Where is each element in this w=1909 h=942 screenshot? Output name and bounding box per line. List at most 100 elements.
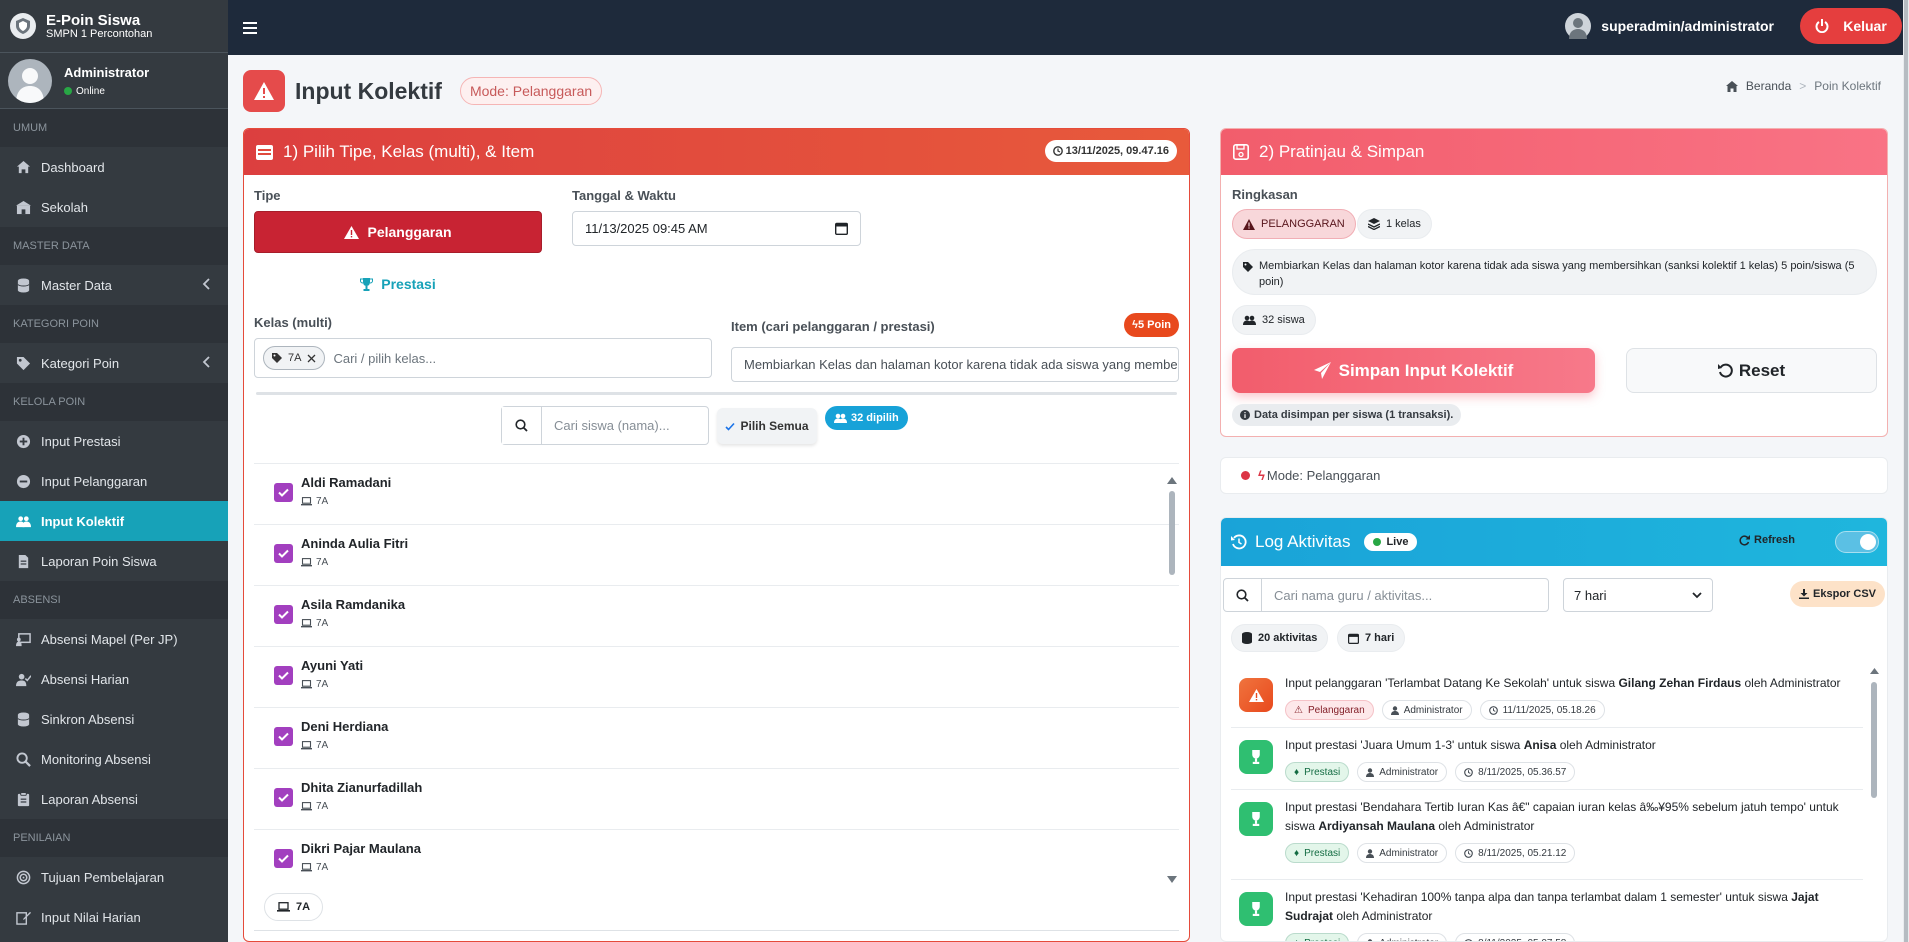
selected-count-badge: 32 dipilih <box>825 406 908 430</box>
auto-refresh-toggle[interactable] <box>1835 531 1879 553</box>
student-row[interactable]: Dhita Zianurfadillah 7A <box>254 769 1179 830</box>
laptop-icon <box>301 802 312 811</box>
student-search[interactable]: Cari siswa (nama)... <box>501 406 709 445</box>
student-name: Ayuni Yati <box>301 658 364 673</box>
search-icon <box>15 751 31 767</box>
kelas-chip[interactable]: 7A <box>263 346 326 370</box>
student-row[interactable]: Ayuni Yati 7A <box>254 647 1179 708</box>
student-checkbox[interactable] <box>274 727 293 746</box>
log-item[interactable]: Input prestasi 'Bendahara Tertib Iuran K… <box>1231 790 1863 880</box>
student-checkbox[interactable] <box>274 544 293 563</box>
export-label: Ekspor CSV <box>1813 588 1876 600</box>
sidebar-item-input-pelanggaran[interactable]: Input Pelanggaran <box>0 461 228 501</box>
item-search-input[interactable]: Membiarkan Kelas dan halaman kotor karen… <box>731 347 1179 382</box>
sidebar-item-absensi-harian[interactable]: Absensi Harian <box>0 659 228 699</box>
edit-icon <box>15 909 31 925</box>
activity-list-scrollbar[interactable] <box>1869 666 1879 936</box>
student-checkbox[interactable] <box>274 788 293 807</box>
student-checkbox[interactable] <box>274 666 293 685</box>
sidebar-item-absensi-mapel-per-jp[interactable]: Absensi Mapel (Per JP) <box>0 619 228 659</box>
logout-button[interactable]: Keluar <box>1800 8 1902 44</box>
student-checkbox[interactable] <box>274 849 293 868</box>
sidebar-item-kategori-poin[interactable]: Kategori Poin <box>0 343 228 383</box>
clock-icon <box>1464 767 1474 777</box>
student-list-scrollbar[interactable] <box>1165 475 1177 883</box>
topbar: superadmin/administrator Keluar <box>228 0 1909 55</box>
sidebar-item-label: Input Nilai Harian <box>41 909 141 925</box>
log-time-label: 11/11/2025, 05.18.26 <box>1502 704 1596 716</box>
save-collective-button[interactable]: Simpan Input Kolektif <box>1232 348 1595 393</box>
student-class-label: 7A <box>316 862 329 873</box>
layers-icon <box>1368 218 1380 230</box>
hamburger-menu-icon[interactable] <box>243 21 257 34</box>
table-icon <box>256 144 273 160</box>
kelas-chip-label: 7A <box>288 352 302 364</box>
select-all-button[interactable]: Pilih Semua <box>717 408 817 444</box>
log-time-tag: 8/11/2025, 05.36.57 <box>1455 762 1576 782</box>
page-scrollbar[interactable] <box>1903 0 1909 942</box>
sidebar-item-monitoring-absensi[interactable]: Monitoring Absensi <box>0 739 228 779</box>
log-user-tag: Administrator <box>1381 700 1472 720</box>
log-item[interactable]: Input prestasi 'Juara Umum 1-3' untuk si… <box>1231 728 1863 790</box>
log-type-tag: ♦ Prestasi <box>1285 933 1350 942</box>
database-icon <box>15 711 31 727</box>
student-row[interactable]: Aldi Ramadani 7A <box>254 464 1179 525</box>
trophy-icon: ♦ <box>1294 938 1299 942</box>
user-name: Administrator <box>64 64 150 80</box>
log-search[interactable]: Cari nama guru / aktivitas... <box>1223 578 1549 612</box>
sidebar-item-sinkron-absensi[interactable]: Sinkron Absensi <box>0 699 228 739</box>
sidebar-item-input-nilai-harian[interactable]: Input Nilai Harian <box>0 897 228 937</box>
select-all-label: Pilih Semua <box>740 419 809 433</box>
log-item[interactable]: Input prestasi 'Kehadiran 100% tanpa alp… <box>1231 880 1863 942</box>
top-user-menu[interactable]: superadmin/administrator <box>1565 13 1774 39</box>
brand[interactable]: E-Poin Siswa SMPN 1 Percontohan <box>0 0 228 53</box>
student-name: Dhita Zianurfadillah <box>301 780 423 795</box>
log-type-label: Prestasi <box>1304 938 1340 942</box>
laptop-icon <box>301 680 312 689</box>
export-csv-button[interactable]: Ekspor CSV <box>1790 581 1885 607</box>
breadcrumb-home[interactable]: Beranda <box>1746 79 1791 93</box>
clipboard-icon <box>15 791 31 807</box>
datetime-input[interactable]: 11/13/2025 09:45 AM <box>572 211 861 246</box>
pelanggaran-button[interactable]: Pelanggaran <box>254 211 542 253</box>
log-user-label: Administrator <box>1403 704 1463 716</box>
student-checkbox[interactable] <box>274 605 293 624</box>
home-icon <box>15 159 31 175</box>
nav-section-header: PENILAIAN <box>0 819 228 857</box>
sidebar-item-tujuan-pembelajaran[interactable]: Tujuan Pembelajaran <box>0 857 228 897</box>
student-row[interactable]: Aninda Aulia Fitri 7A <box>254 525 1179 586</box>
log-text-post: oleh Administrator <box>1556 738 1656 752</box>
page-header: Input Kolektif Mode: Pelanggaran <box>243 70 603 112</box>
calendar-icon[interactable] <box>835 222 848 235</box>
refresh-button[interactable]: Refresh <box>1739 534 1795 546</box>
kelas-multiselect[interactable]: 7A Cari / pilih kelas... <box>254 338 712 378</box>
sidebar-item-dashboard[interactable]: Dashboard <box>0 147 228 187</box>
range-select[interactable]: 7 hari <box>1563 578 1713 612</box>
close-icon[interactable] <box>307 354 316 363</box>
card2-header: 2) Pratinjau & Simpan <box>1221 129 1887 175</box>
student-checkbox[interactable] <box>274 483 293 502</box>
log-search-input[interactable]: Cari nama guru / aktivitas... <box>1262 579 1548 611</box>
log-user-label: Administrator <box>1379 938 1438 942</box>
student-row[interactable]: Dikri Pajar Maulana 7A <box>254 830 1179 873</box>
student-search-input[interactable]: Cari siswa (nama)... <box>542 407 708 444</box>
sidebar-item-laporan-poin-siswa[interactable]: Laporan Poin Siswa <box>0 541 228 581</box>
sidebar-item-laporan-absensi[interactable]: Laporan Absensi <box>0 779 228 819</box>
prestasi-button[interactable]: Prestasi <box>254 269 542 299</box>
sidebar-item-input-prestasi[interactable]: Input Prestasi <box>0 421 228 461</box>
sidebar-item-master-data[interactable]: Master Data <box>0 265 228 305</box>
tipe-label: Tipe <box>254 188 281 203</box>
logout-label: Keluar <box>1843 18 1887 34</box>
log-item[interactable]: Input pelanggaran 'Terlambat Datang Ke S… <box>1231 666 1863 728</box>
sidebar-item-sekolah[interactable]: Sekolah <box>0 187 228 227</box>
trophy-icon <box>1239 802 1273 836</box>
breadcrumb-separator: > <box>1799 79 1807 93</box>
user-panel[interactable]: Administrator Online <box>0 53 228 109</box>
student-row[interactable]: Deni Herdiana 7A <box>254 708 1179 769</box>
nav-section-header: MASTER DATA <box>0 227 228 265</box>
student-name: Asila Ramdanika <box>301 597 406 612</box>
reset-button[interactable]: Reset <box>1626 348 1877 393</box>
log-user-tag: Administrator <box>1357 933 1448 942</box>
sidebar-item-input-kolektif[interactable]: Input Kolektif <box>0 501 228 541</box>
student-row[interactable]: Asila Ramdanika 7A <box>254 586 1179 647</box>
